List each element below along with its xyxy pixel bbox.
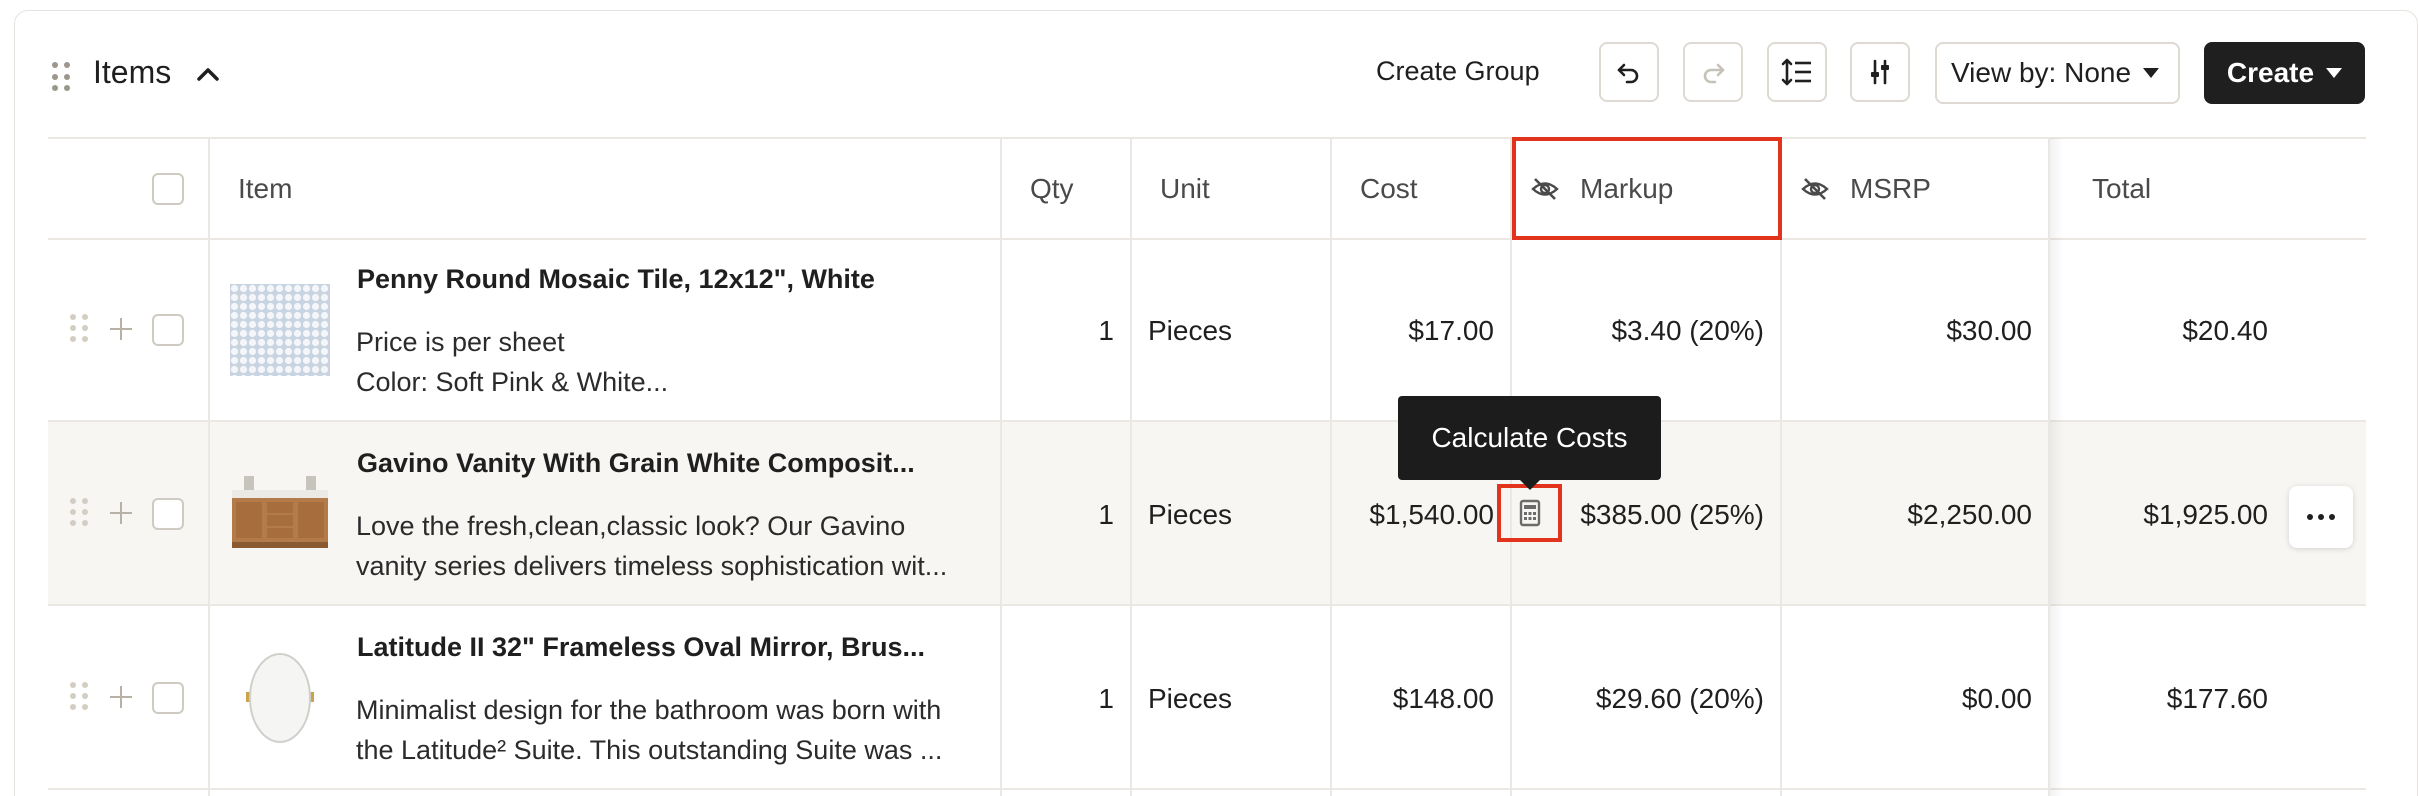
eye-off-icon[interactable] [1800, 174, 1830, 204]
view-by-label: View by: None [1951, 57, 2132, 88]
total-cell: $177.60 [2166, 683, 2268, 714]
unit-cell[interactable]: Pieces [1148, 315, 1232, 347]
item-title[interactable]: Gavino Vanity With Grain White Composit.… [357, 448, 915, 479]
line-spacing-button[interactable] [1767, 42, 1827, 102]
add-row-icon[interactable] [110, 502, 132, 524]
row-drag-handle-icon[interactable] [70, 314, 88, 342]
row-drag-handle-icon[interactable] [70, 682, 88, 710]
chevron-up-icon[interactable] [194, 60, 222, 88]
divider [208, 138, 210, 796]
row-drag-handle-icon[interactable] [70, 498, 88, 526]
markup-cell[interactable]: $3.40 (20%) [1510, 315, 1764, 347]
drag-handle-icon[interactable] [52, 62, 72, 92]
markup-cell[interactable]: $385.00 (25%) [1510, 499, 1764, 531]
msrp-cell[interactable]: $2,250.00 [1780, 499, 2032, 531]
redo-icon [1703, 63, 1725, 84]
unit-cell[interactable]: Pieces [1148, 499, 1232, 531]
item-description: the Latitude² Suite. This outstanding Su… [356, 735, 943, 765]
total-cell: $20.40 [2182, 315, 2268, 346]
qty-cell[interactable]: 1 [1000, 499, 1114, 531]
tooltip-arrow [1520, 480, 1540, 490]
column-settings-button[interactable] [1850, 42, 1910, 102]
item-description: vanity series delivers timeless sophisti… [356, 551, 948, 581]
redo-button[interactable] [1683, 42, 1743, 102]
section-title: Items [93, 54, 172, 90]
qty-cell[interactable]: 1 [1000, 315, 1114, 347]
caret-down-icon [2143, 68, 2160, 78]
column-header-cost[interactable]: Cost [1360, 173, 1418, 205]
item-description: Color: Soft Pink & White... [356, 367, 669, 397]
markup-header-highlight [1512, 137, 1782, 240]
product-thumbnail-mirror [246, 653, 314, 743]
caret-down-icon [2326, 68, 2343, 78]
total-cell: $1,925.00 [2143, 499, 2268, 530]
row-checkbox[interactable] [152, 314, 184, 346]
item-description: Minimalist design for the bathroom was b… [356, 695, 942, 725]
item-title[interactable]: Latitude II 32" Frameless Oval Mirror, B… [357, 632, 925, 663]
divider [48, 238, 2366, 240]
sliders-icon [1871, 59, 1889, 85]
divider [48, 604, 2366, 606]
cost-cell[interactable]: $17.00 [1330, 315, 1494, 347]
column-header-unit[interactable]: Unit [1160, 173, 1210, 205]
add-row-icon[interactable] [110, 686, 132, 708]
undo-button[interactable] [1599, 42, 1659, 102]
add-row-icon[interactable] [110, 318, 132, 340]
column-header-item[interactable]: Item [238, 173, 292, 205]
cost-cell[interactable]: $148.00 [1330, 683, 1494, 715]
product-thumbnail-tile [230, 284, 330, 376]
msrp-cell[interactable]: $0.00 [1780, 683, 2032, 715]
column-header-msrp[interactable]: MSRP [1850, 173, 1931, 205]
row-checkbox[interactable] [152, 498, 184, 530]
create-group-button[interactable]: Create Group [1376, 56, 1540, 87]
line-spacing-icon [1781, 58, 1811, 86]
row-more-button[interactable] [2289, 486, 2353, 548]
unit-cell[interactable]: Pieces [1148, 683, 1232, 715]
create-label: Create [2226, 57, 2315, 88]
calculate-costs-tooltip: Calculate Costs [1398, 396, 1661, 480]
item-description: Price is per sheet [356, 327, 565, 357]
column-header-qty[interactable]: Qty [1030, 173, 1074, 205]
divider [48, 788, 2366, 790]
column-header-total[interactable]: Total [2092, 173, 2151, 205]
markup-cell[interactable]: $29.60 (20%) [1510, 683, 1764, 715]
qty-cell[interactable]: 1 [1000, 683, 1114, 715]
item-title[interactable]: Penny Round Mosaic Tile, 12x12", White [357, 264, 875, 295]
divider [48, 137, 2366, 139]
create-button[interactable]: Create [2204, 42, 2365, 104]
divider [48, 420, 2366, 422]
divider [1130, 138, 1132, 796]
cost-cell[interactable]: $1,540.00 [1330, 499, 1494, 531]
item-description: Love the fresh,clean,classic look? Our G… [356, 511, 906, 541]
select-all-checkbox[interactable] [152, 173, 184, 205]
row-checkbox[interactable] [152, 682, 184, 714]
view-by-dropdown[interactable]: View by: None [1935, 42, 2180, 104]
undo-icon [1617, 63, 1639, 84]
product-thumbnail-vanity [232, 476, 328, 548]
msrp-cell[interactable]: $30.00 [1780, 315, 2032, 347]
